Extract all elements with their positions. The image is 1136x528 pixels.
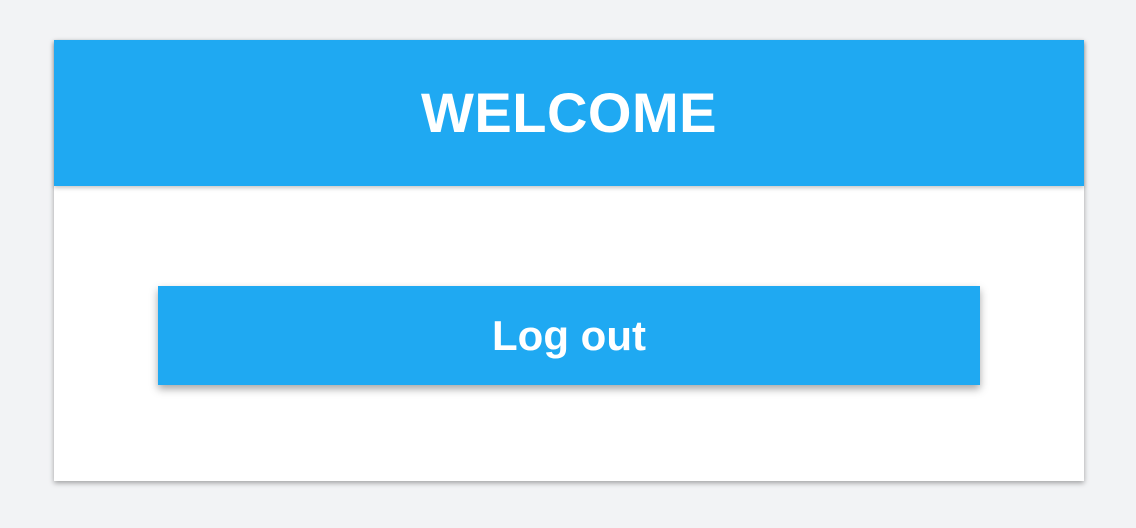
welcome-card: WELCOME Log out: [54, 40, 1084, 481]
card-body: Log out: [54, 186, 1084, 481]
logout-button[interactable]: Log out: [158, 286, 980, 385]
page-title: WELCOME: [421, 81, 717, 144]
card-header: WELCOME: [54, 40, 1084, 186]
